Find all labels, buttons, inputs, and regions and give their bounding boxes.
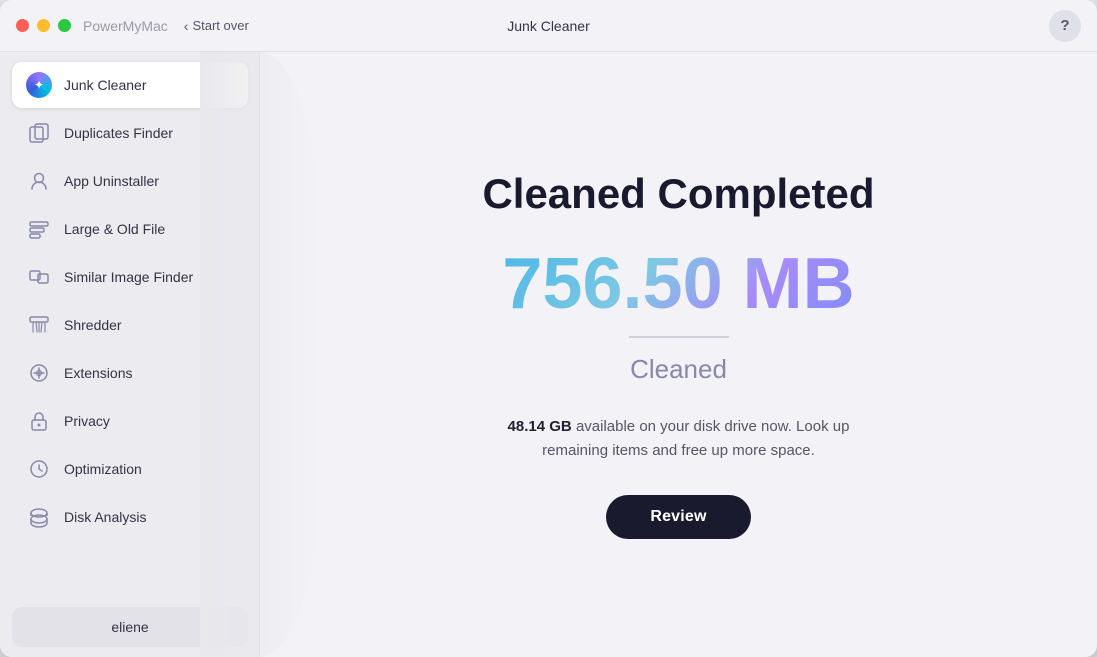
sidebar: Junk Cleaner Duplicates Finder: [0, 52, 260, 657]
privacy-label: Privacy: [64, 413, 110, 429]
disk-analysis-label: Disk Analysis: [64, 509, 146, 525]
sidebar-items: Junk Cleaner Duplicates Finder: [12, 62, 248, 607]
sidebar-item-junk-cleaner[interactable]: Junk Cleaner: [12, 62, 248, 108]
similar-image-finder-label: Similar Image Finder: [64, 269, 193, 285]
chevron-left-icon: ‹: [184, 18, 189, 34]
sidebar-item-large-old-file[interactable]: Large & Old File: [12, 206, 248, 252]
window-title: Junk Cleaner: [507, 18, 590, 34]
optimization-icon: [26, 456, 52, 482]
start-over-label: Start over: [192, 18, 248, 33]
sidebar-item-app-uninstaller[interactable]: App Uninstaller: [12, 158, 248, 204]
divider: [629, 336, 729, 338]
duplicates-finder-icon: [26, 120, 52, 146]
shredder-icon: [26, 312, 52, 338]
help-label: ?: [1060, 17, 1069, 34]
content-area: Cleaned Completed 756.50 MB Cleaned 48.1…: [260, 52, 1097, 657]
sidebar-item-duplicates-finder[interactable]: Duplicates Finder: [12, 110, 248, 156]
minimize-button[interactable]: [37, 19, 50, 32]
user-profile[interactable]: eliene: [12, 607, 248, 647]
title-bar: PowerMyMac ‹ Start over Junk Cleaner ?: [0, 0, 1097, 52]
app-name-label: PowerMyMac: [83, 18, 168, 34]
optimization-label: Optimization: [64, 461, 142, 477]
start-over-button[interactable]: ‹ Start over: [184, 18, 249, 34]
junk-icon-circle: [26, 72, 52, 98]
sidebar-item-disk-analysis[interactable]: Disk Analysis: [12, 494, 248, 540]
sidebar-item-similar-image-finder[interactable]: Similar Image Finder: [12, 254, 248, 300]
disk-analysis-icon: [26, 504, 52, 530]
review-button[interactable]: Review: [606, 495, 750, 539]
sidebar-item-optimization[interactable]: Optimization: [12, 446, 248, 492]
traffic-lights: [16, 19, 71, 32]
maximize-button[interactable]: [58, 19, 71, 32]
privacy-icon: [26, 408, 52, 434]
disk-available: 48.14 GB: [508, 418, 572, 435]
sidebar-item-extensions[interactable]: Extensions: [12, 350, 248, 396]
duplicates-finder-label: Duplicates Finder: [64, 125, 173, 141]
shredder-label: Shredder: [64, 317, 122, 333]
similar-image-finder-icon: [26, 264, 52, 290]
sidebar-item-privacy[interactable]: Privacy: [12, 398, 248, 444]
completed-heading: Cleaned Completed: [482, 170, 874, 218]
app-uninstaller-label: App Uninstaller: [64, 173, 159, 189]
extensions-icon: [26, 360, 52, 386]
extensions-label: Extensions: [64, 365, 132, 381]
disk-info-text: available on your disk drive now. Look u…: [542, 418, 849, 459]
app-window: PowerMyMac ‹ Start over Junk Cleaner ? J…: [0, 0, 1097, 657]
large-old-file-label: Large & Old File: [64, 221, 165, 237]
disk-info: 48.14 GB available on your disk drive no…: [489, 415, 869, 463]
large-old-file-icon: [26, 216, 52, 242]
main-content: Junk Cleaner Duplicates Finder: [0, 52, 1097, 657]
junk-cleaner-label: Junk Cleaner: [64, 77, 147, 93]
cleaned-amount: 756.50 MB: [502, 248, 854, 320]
app-uninstaller-icon: [26, 168, 52, 194]
sidebar-item-shredder[interactable]: Shredder: [12, 302, 248, 348]
cleaned-label: Cleaned: [630, 354, 727, 385]
junk-cleaner-icon: [26, 72, 52, 98]
help-button[interactable]: ?: [1049, 10, 1081, 42]
close-button[interactable]: [16, 19, 29, 32]
username: eliene: [111, 619, 148, 635]
